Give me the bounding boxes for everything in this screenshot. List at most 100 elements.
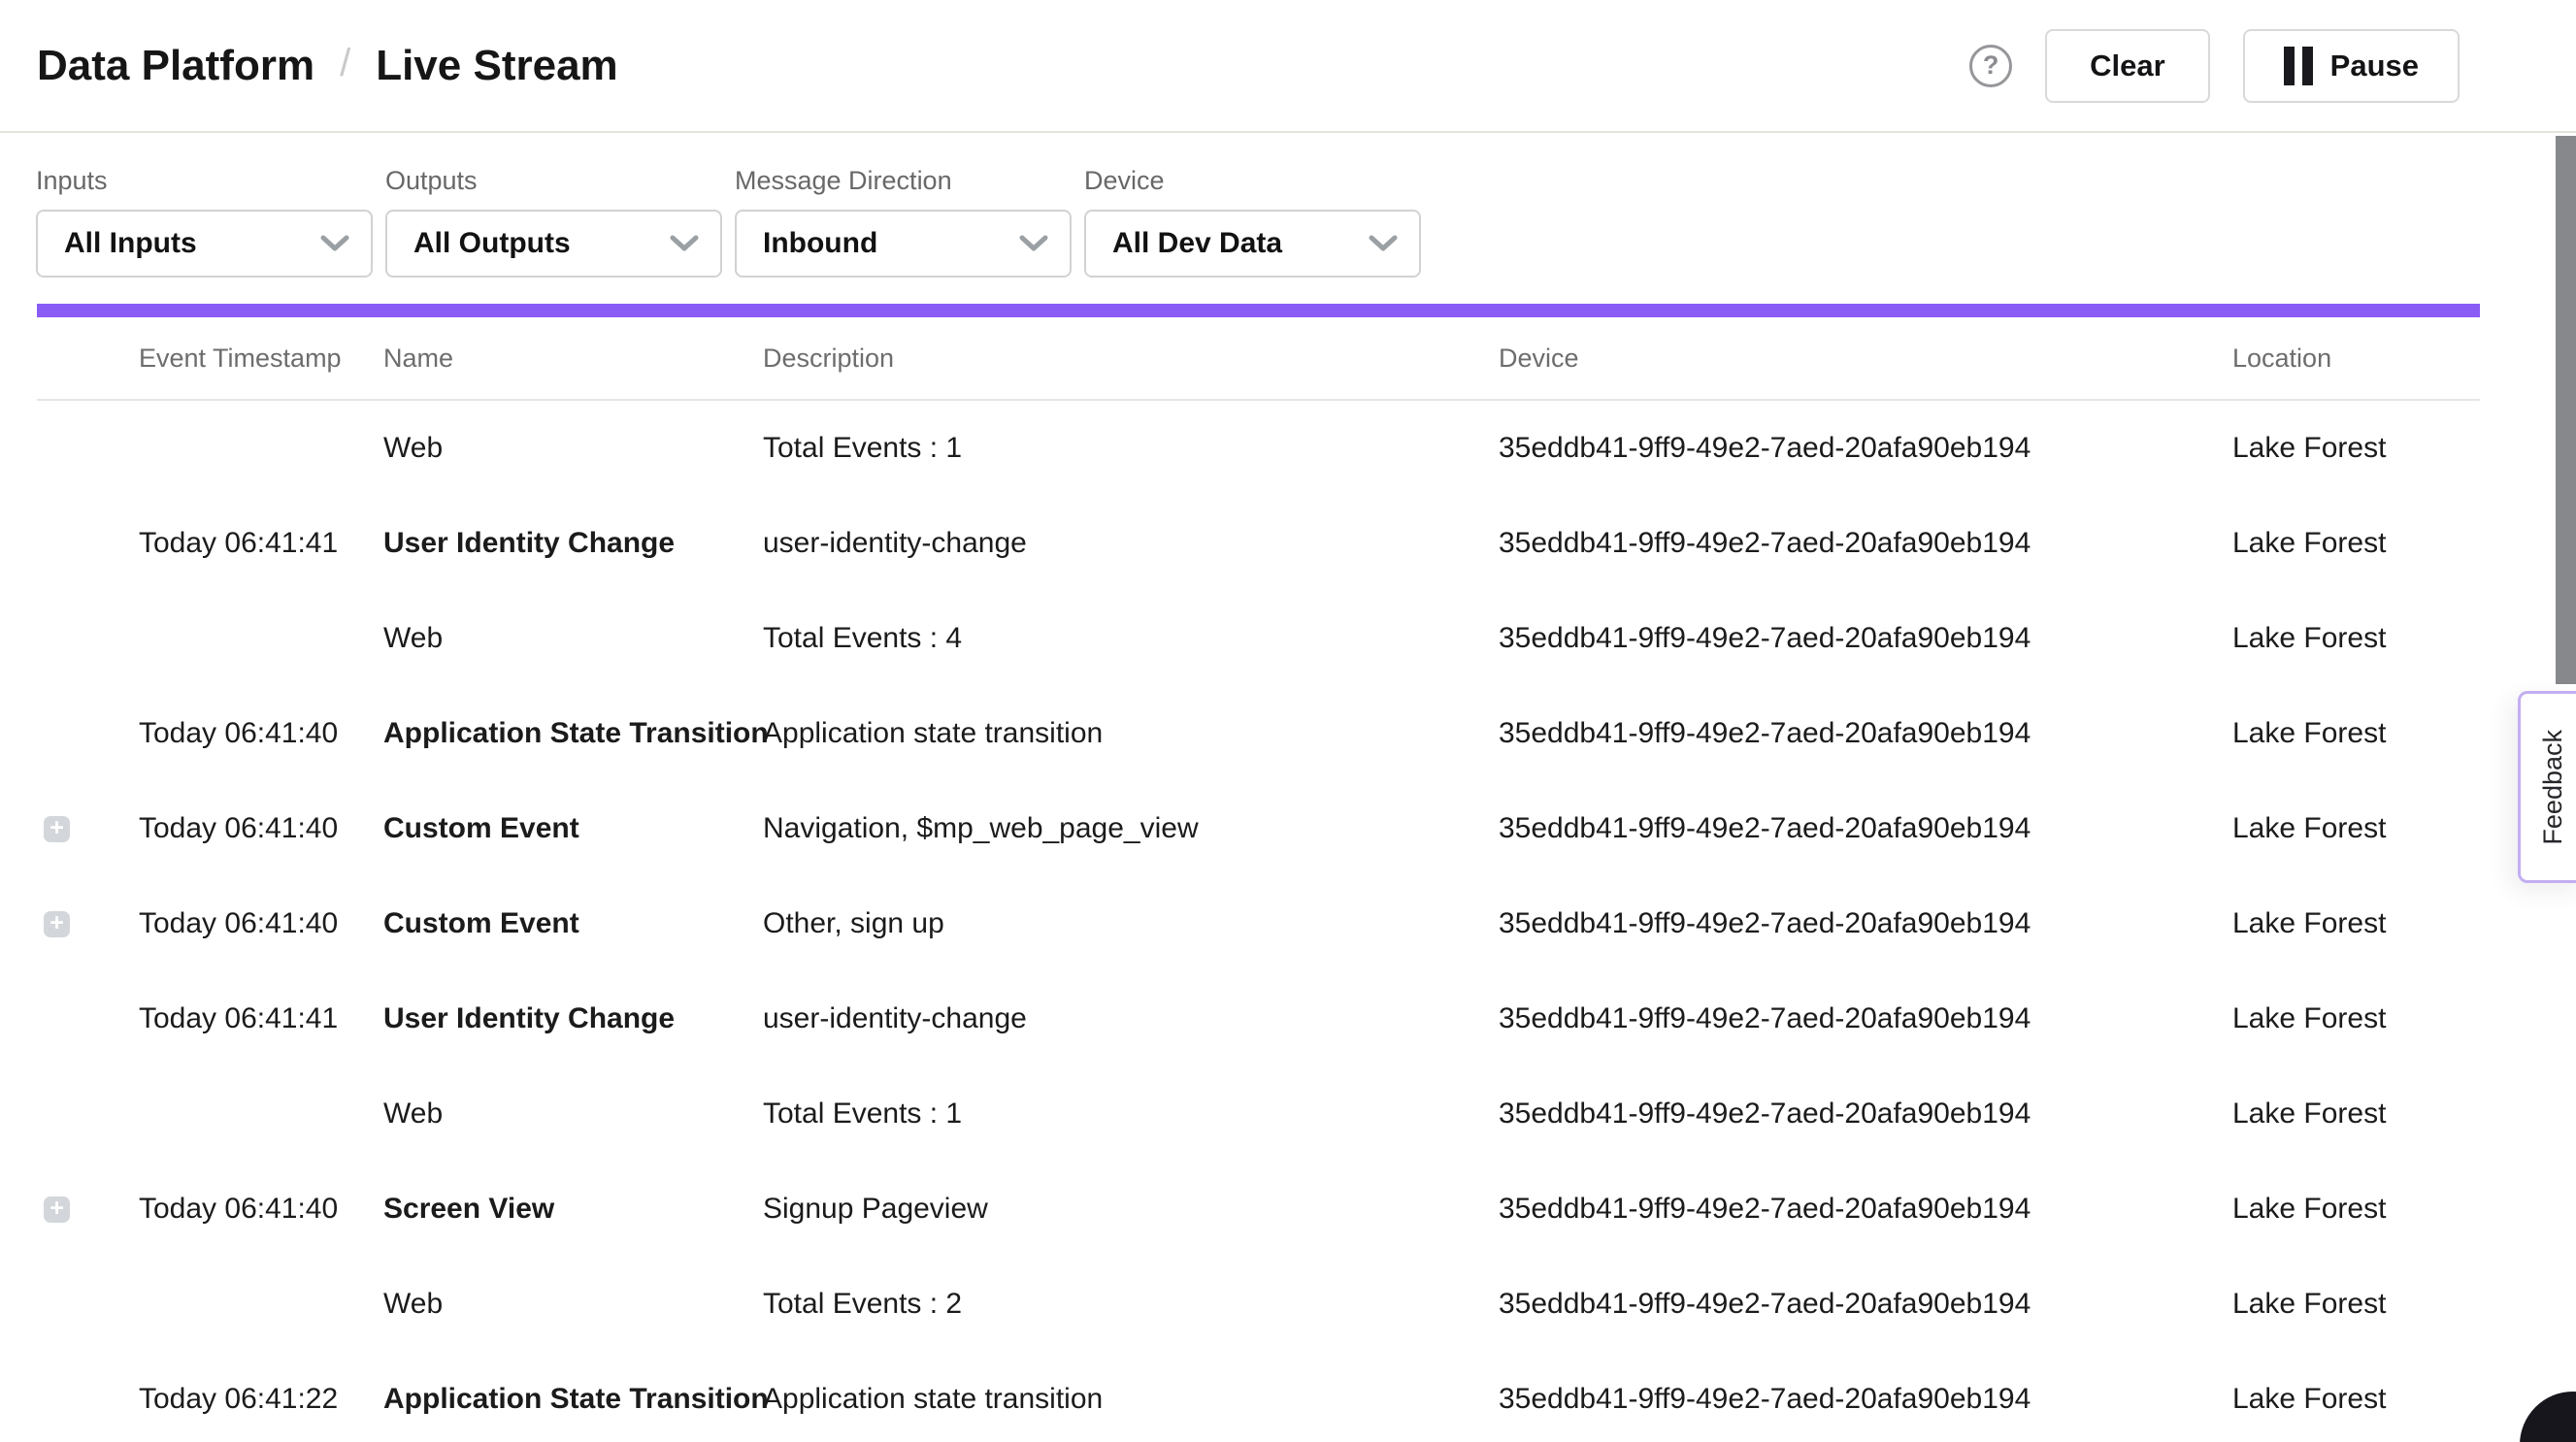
cell-description: Application state transition xyxy=(763,1383,1499,1416)
cell-location: Lake Forest xyxy=(2232,1288,2576,1321)
filter-dropdown-device[interactable]: All Dev Data xyxy=(1084,210,1421,278)
cell-name: Web xyxy=(383,432,763,465)
cell-location: Lake Forest xyxy=(2232,907,2576,940)
table-row[interactable]: Today 06:41:40 Custom Event Navigation, … xyxy=(0,781,2576,876)
column-header-device: Device xyxy=(1499,344,2232,374)
help-icon[interactable]: ? xyxy=(1969,45,2012,87)
filter-group: Outputs All Outputs xyxy=(385,166,722,278)
pause-button-label: Pause xyxy=(2330,49,2419,83)
table-row[interactable]: Today 06:41:40 Custom Event Other, sign … xyxy=(0,876,2576,971)
cell-device: 35eddb41-9ff9-49e2-7aed-20afa90eb194 xyxy=(1499,527,2232,560)
cell-device: 35eddb41-9ff9-49e2-7aed-20afa90eb194 xyxy=(1499,622,2232,655)
dropdown-selected-value: All Dev Data xyxy=(1112,227,1282,260)
cell-description: user-identity-change xyxy=(763,527,1499,560)
cell-name: Application State Transition xyxy=(383,1383,763,1416)
feedback-tab[interactable]: Feedback xyxy=(2518,691,2576,883)
cell-location: Lake Forest xyxy=(2232,1193,2576,1226)
cell-device: 35eddb41-9ff9-49e2-7aed-20afa90eb194 xyxy=(1499,1193,2232,1226)
cell-name: Web xyxy=(383,1098,763,1131)
dropdown-selected-value: All Inputs xyxy=(64,227,197,260)
column-header-location: Location xyxy=(2232,344,2576,374)
breadcrumb-root[interactable]: Data Platform xyxy=(37,42,314,90)
page-header: Data Platform / Live Stream ? Clear Paus… xyxy=(0,0,2576,133)
cell-location: Lake Forest xyxy=(2232,1098,2576,1131)
cell-event-timestamp: Today 06:41:41 xyxy=(139,1002,383,1035)
filter-dropdown-message-direction[interactable]: Inbound xyxy=(735,210,1072,278)
cell-description: Signup Pageview xyxy=(763,1193,1499,1226)
cell-name: Custom Event xyxy=(383,907,763,940)
cell-name: User Identity Change xyxy=(383,1002,763,1035)
table-header-row: Event Timestamp Name Description Device … xyxy=(0,317,2576,399)
cell-event-timestamp: Today 06:41:41 xyxy=(139,527,383,560)
cell-event-timestamp: Today 06:41:22 xyxy=(139,1383,383,1416)
cell-description: Total Events : 1 xyxy=(763,432,1499,465)
vertical-scrollbar-thumb[interactable] xyxy=(2556,136,2576,684)
filter-group: Inputs All Inputs xyxy=(36,166,373,278)
cell-device: 35eddb41-9ff9-49e2-7aed-20afa90eb194 xyxy=(1499,1098,2232,1131)
table-row[interactable]: Web Total Events : 1 35eddb41-9ff9-49e2-… xyxy=(0,1066,2576,1162)
header-actions: ? Clear Pause xyxy=(1969,29,2576,103)
filter-bar: Inputs All Inputs Outputs All Outputs Me… xyxy=(0,133,2576,278)
cell-location: Lake Forest xyxy=(2232,432,2576,465)
dropdown-selected-value: All Outputs xyxy=(413,227,571,260)
cell-device: 35eddb41-9ff9-49e2-7aed-20afa90eb194 xyxy=(1499,812,2232,845)
cell-description: Application state transition xyxy=(763,717,1499,750)
expand-row-button[interactable] xyxy=(44,816,70,842)
cell-name: Web xyxy=(383,1288,763,1321)
cell-description: Navigation, $mp_web_page_view xyxy=(763,812,1499,845)
cell-description: Total Events : 4 xyxy=(763,622,1499,655)
column-header-name: Name xyxy=(383,344,763,374)
cell-description: user-identity-change xyxy=(763,1002,1499,1035)
chevron-down-icon xyxy=(670,235,699,252)
chevron-down-icon xyxy=(1019,235,1048,252)
cell-device: 35eddb41-9ff9-49e2-7aed-20afa90eb194 xyxy=(1499,1383,2232,1416)
chevron-down-icon xyxy=(1369,235,1398,252)
event-table-body: Web Total Events : 1 35eddb41-9ff9-49e2-… xyxy=(0,401,2576,1442)
table-row[interactable]: Today 06:41:41 User Identity Change user… xyxy=(0,971,2576,1066)
table-row[interactable]: Web Total Events : 4 35eddb41-9ff9-49e2-… xyxy=(0,591,2576,686)
table-row[interactable]: Web Total Events : 2 35eddb41-9ff9-49e2-… xyxy=(0,1257,2576,1352)
cell-location: Lake Forest xyxy=(2232,527,2576,560)
page-title: Live Stream xyxy=(376,42,617,90)
breadcrumb-separator: / xyxy=(340,42,350,85)
cell-event-timestamp: Today 06:41:40 xyxy=(139,812,383,845)
cell-device: 35eddb41-9ff9-49e2-7aed-20afa90eb194 xyxy=(1499,432,2232,465)
cell-device: 35eddb41-9ff9-49e2-7aed-20afa90eb194 xyxy=(1499,907,2232,940)
feedback-tab-label: Feedback xyxy=(2538,730,2568,845)
cell-name: User Identity Change xyxy=(383,527,763,560)
filter-label: Device xyxy=(1084,166,1421,196)
filter-label: Inputs xyxy=(36,166,373,196)
cell-description: Other, sign up xyxy=(763,907,1499,940)
table-row[interactable]: Today 06:41:22 Application State Transit… xyxy=(0,1352,2576,1442)
cell-location: Lake Forest xyxy=(2232,1002,2576,1035)
cell-name: Custom Event xyxy=(383,812,763,845)
chevron-down-icon xyxy=(320,235,349,252)
filter-dropdown-inputs[interactable]: All Inputs xyxy=(36,210,373,278)
breadcrumb: Data Platform / Live Stream xyxy=(37,42,618,90)
dropdown-selected-value: Inbound xyxy=(763,227,877,260)
filter-dropdown-outputs[interactable]: All Outputs xyxy=(385,210,722,278)
pause-icon xyxy=(2284,47,2313,85)
clear-button[interactable]: Clear xyxy=(2045,29,2210,103)
expand-row-button[interactable] xyxy=(44,911,70,937)
cell-event-timestamp: Today 06:41:40 xyxy=(139,907,383,940)
table-row[interactable]: Web Total Events : 1 35eddb41-9ff9-49e2-… xyxy=(0,401,2576,496)
cell-name: Web xyxy=(383,622,763,655)
cell-description: Total Events : 2 xyxy=(763,1288,1499,1321)
cell-description: Total Events : 1 xyxy=(763,1098,1499,1131)
filter-group: Device All Dev Data xyxy=(1084,166,1421,278)
filter-group: Message Direction Inbound xyxy=(735,166,1072,278)
stream-progress-bar xyxy=(37,304,2480,317)
expand-row-button[interactable] xyxy=(44,1196,70,1223)
cell-name: Screen View xyxy=(383,1193,763,1226)
pause-button[interactable]: Pause xyxy=(2243,29,2460,103)
cell-name: Application State Transition xyxy=(383,717,763,750)
table-row[interactable]: Today 06:41:41 User Identity Change user… xyxy=(0,496,2576,591)
column-header-description: Description xyxy=(763,344,1499,374)
cell-event-timestamp: Today 06:41:40 xyxy=(139,717,383,750)
table-row[interactable]: Today 06:41:40 Application State Transit… xyxy=(0,686,2576,781)
cell-event-timestamp: Today 06:41:40 xyxy=(139,1193,383,1226)
cell-device: 35eddb41-9ff9-49e2-7aed-20afa90eb194 xyxy=(1499,1002,2232,1035)
column-header-event-timestamp: Event Timestamp xyxy=(139,344,383,374)
table-row[interactable]: Today 06:41:40 Screen View Signup Pagevi… xyxy=(0,1162,2576,1257)
